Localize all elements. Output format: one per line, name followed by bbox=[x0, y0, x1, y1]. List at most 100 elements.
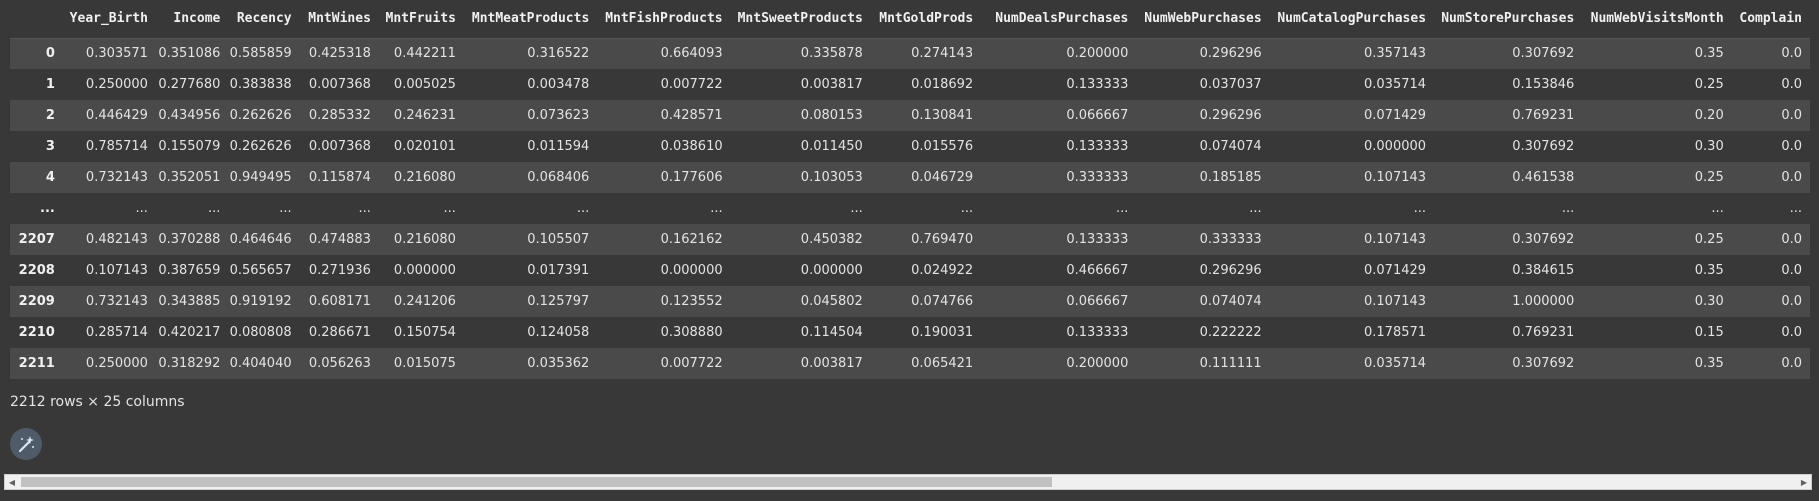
table-cell: 0.066667 bbox=[1066, 294, 1129, 309]
table-cell: 0.307692 bbox=[1512, 356, 1575, 371]
table-cell: 0.585859 bbox=[229, 46, 292, 62]
table-cell: 0.150754 bbox=[393, 325, 456, 340]
row-index: 2208 bbox=[18, 263, 55, 278]
column-header: Year_Birth bbox=[62, 0, 156, 39]
table-cell: 0.200000 bbox=[1066, 356, 1129, 371]
table-cell: 0.080808 bbox=[229, 325, 292, 340]
row-index: 0 bbox=[45, 46, 55, 62]
table-cell: 0.35 bbox=[1694, 263, 1724, 278]
table-cell: 0.074074 bbox=[1199, 294, 1262, 309]
table-cell: 0.296296 bbox=[1199, 108, 1262, 123]
table-cell: 0.000000 bbox=[393, 263, 456, 278]
table-cell: 0.15 bbox=[1694, 325, 1724, 340]
row-index: 2 bbox=[45, 108, 55, 123]
column-header: MntSweetProducts bbox=[730, 0, 871, 39]
row-index: 4 bbox=[45, 170, 55, 185]
table-cell: 0.664093 bbox=[660, 46, 723, 62]
table-cell: 0.046729 bbox=[911, 170, 974, 185]
table-cell: 0.608171 bbox=[308, 294, 371, 309]
table-cell: 0.045802 bbox=[800, 294, 863, 309]
column-header: MntFruits bbox=[378, 0, 464, 39]
table-cell: ... bbox=[1413, 201, 1427, 216]
table-cell: 0.177606 bbox=[660, 170, 723, 185]
table-cell: 0.107143 bbox=[1364, 170, 1427, 185]
column-header: NumStorePurchases bbox=[1434, 0, 1583, 39]
table-cell: 0.919192 bbox=[229, 294, 292, 309]
table-cell: ... bbox=[135, 201, 148, 216]
column-header: NumCatalogPurchases bbox=[1269, 0, 1435, 39]
table-row: 2209 0.732143 0.343885 0.919192 0.608171 0.24… bbox=[10, 286, 1810, 317]
table-cell: 0.434956 bbox=[158, 108, 221, 123]
table-row: 3 0.785714 0.155079 0.262626 0.007368 0.02010… bbox=[10, 131, 1810, 162]
table-cell: 0.162162 bbox=[660, 232, 723, 247]
table-cell: 0.011450 bbox=[800, 139, 863, 154]
magic-wand-button[interactable] bbox=[10, 428, 42, 460]
table-cell: 0.074766 bbox=[911, 294, 974, 309]
row-index: ... bbox=[40, 201, 55, 216]
row-index: 2211 bbox=[18, 356, 55, 371]
table-cell: 0.0 bbox=[1781, 170, 1802, 185]
horizontal-scrollbar[interactable]: ◀ ▶ bbox=[4, 474, 1812, 490]
table-cell: 1.000000 bbox=[1512, 294, 1575, 309]
table-cell: 0.080153 bbox=[800, 108, 863, 123]
column-header: Complain bbox=[1731, 0, 1810, 39]
table-cell: 0.038610 bbox=[660, 139, 723, 154]
row-index: 2209 bbox=[18, 294, 55, 309]
table-cell: 0.370288 bbox=[158, 232, 221, 247]
table-cell: 0.241206 bbox=[393, 294, 456, 309]
table-cell: 0.250000 bbox=[85, 77, 148, 92]
table-cell: 0.250000 bbox=[85, 356, 148, 371]
table-cell: 0.005025 bbox=[393, 77, 456, 92]
table-cell: 0.343885 bbox=[158, 294, 221, 309]
scroll-left-arrow-icon[interactable]: ◀ bbox=[5, 475, 19, 489]
table-cell: ... bbox=[1249, 201, 1262, 216]
table-cell: 0.565657 bbox=[229, 263, 292, 278]
table-row: 2210 0.285714 0.420217 0.080808 0.286671 0.15… bbox=[10, 317, 1810, 348]
table-cell: 0.074074 bbox=[1199, 139, 1262, 154]
table-cell: 0.007368 bbox=[308, 139, 371, 154]
scroll-right-arrow-icon[interactable]: ▶ bbox=[1797, 475, 1811, 489]
dataframe-shape-text: 2212 rows × 25 columns bbox=[10, 394, 185, 410]
table-cell: 0.30 bbox=[1694, 139, 1724, 154]
table-cell: 0.0 bbox=[1781, 294, 1802, 309]
table-cell: 0.785714 bbox=[85, 139, 148, 154]
table-cell: 0.103053 bbox=[800, 170, 863, 185]
table-cell: 0.404040 bbox=[229, 356, 292, 371]
table-cell: 0.003478 bbox=[527, 77, 590, 92]
table-cell: 0.185185 bbox=[1199, 170, 1262, 185]
table-cell: 0.015075 bbox=[393, 356, 456, 371]
table-cell: 0.056263 bbox=[308, 356, 371, 371]
scrollbar-thumb[interactable] bbox=[21, 477, 1052, 487]
table-cell: 0.007368 bbox=[308, 77, 371, 92]
table-cell: 0.387659 bbox=[158, 263, 221, 278]
table-cell: 0.216080 bbox=[393, 232, 456, 247]
table-cell: 0.216080 bbox=[393, 170, 456, 185]
table-cell: 0.0 bbox=[1781, 139, 1802, 154]
table-cell: 0.25 bbox=[1694, 170, 1724, 185]
table-cell: ... bbox=[279, 201, 292, 216]
table-cell: 0.017391 bbox=[527, 263, 590, 278]
table-cell: 0.333333 bbox=[1066, 170, 1129, 185]
table-cell: 0.271936 bbox=[308, 263, 371, 278]
table-cell: 0.130841 bbox=[911, 108, 974, 123]
table-cell: 0.769231 bbox=[1512, 325, 1575, 340]
table-cell: 0.133333 bbox=[1066, 77, 1129, 92]
table-cell: 0.007722 bbox=[660, 77, 723, 92]
table-cell: 0.107143 bbox=[1364, 232, 1427, 247]
table-cell: ... bbox=[576, 201, 590, 216]
table-cell: 0.035714 bbox=[1364, 77, 1427, 92]
table-row: 4 0.732143 0.352051 0.949495 0.115874 0.21608… bbox=[10, 162, 1810, 193]
table-cell: ... bbox=[710, 201, 723, 216]
table-row: ........................................… bbox=[10, 193, 1810, 224]
table-cell: 0.466667 bbox=[1066, 263, 1129, 278]
table-row: 2211 0.250000 0.318292 0.404040 0.056263 0.01… bbox=[10, 348, 1810, 379]
table-cell: 0.420217 bbox=[158, 325, 221, 340]
table-row: 2207 0.482143 0.370288 0.464646 0.474883 0.21… bbox=[10, 224, 1810, 255]
table-cell: 0.0 bbox=[1781, 77, 1802, 92]
table-cell: 0.000000 bbox=[800, 263, 863, 278]
table-cell: 0.286671 bbox=[308, 325, 371, 340]
table-cell: 0.769470 bbox=[911, 232, 974, 247]
table-cell: 0.949495 bbox=[229, 170, 292, 185]
table-cell: 0.123552 bbox=[660, 294, 723, 309]
table-cell: 0.133333 bbox=[1066, 325, 1129, 340]
